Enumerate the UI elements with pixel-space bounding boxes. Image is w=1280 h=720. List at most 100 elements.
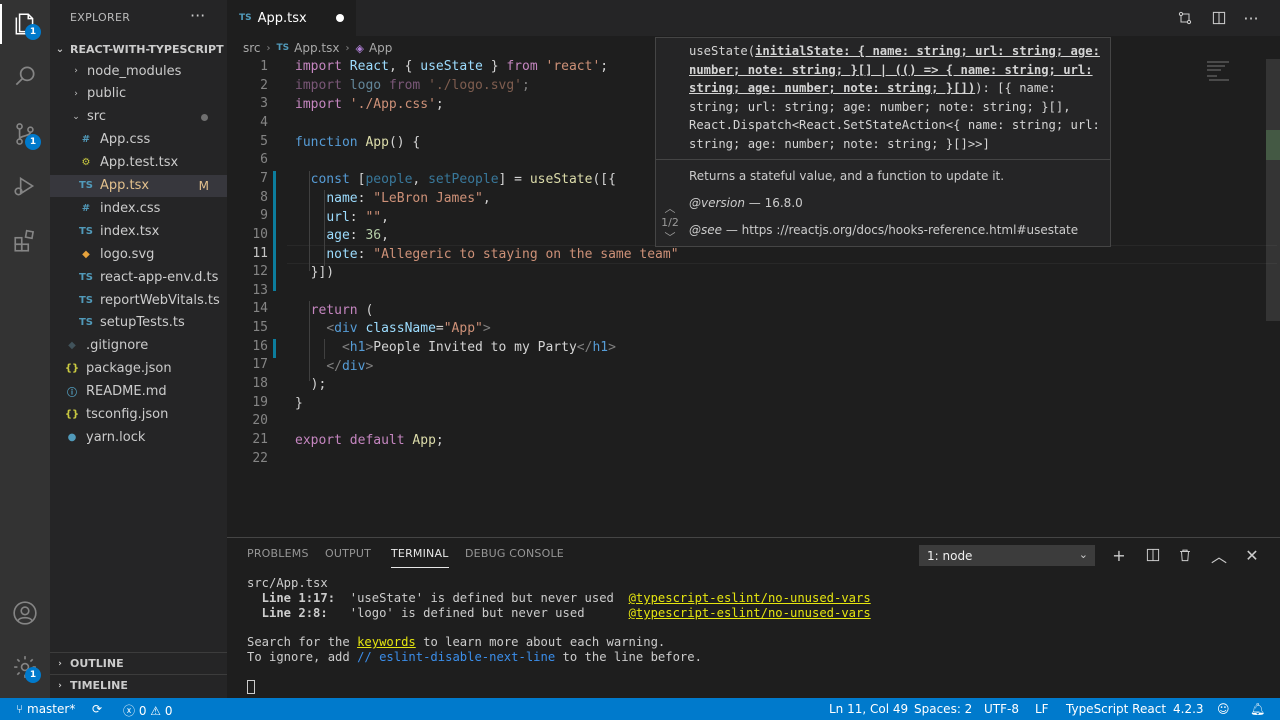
code-line-17: </div> [326,359,374,374]
tree-item-index-css[interactable]: # index.css [50,197,227,219]
ts-file-icon: TS [78,294,94,306]
activity-bar: 1 1 1 [0,0,50,698]
breadcrumb-file[interactable]: App.tsx [294,41,339,55]
code-line-10: age: 36, [326,228,389,243]
outline-label: OUTLINE [70,657,124,670]
project-folder-header[interactable]: ⌄ REACT-WITH-TYPESCRIPT [50,38,227,60]
account-icon[interactable] [0,589,50,637]
tree-item-package-json[interactable]: {} package.json [50,358,227,380]
tree-item-tsconfig-json[interactable]: {} tsconfig.json [50,404,227,426]
search-icon[interactable] [0,52,50,100]
tree-item-gitignore[interactable]: ◆ .gitignore [50,335,227,357]
run-debug-icon[interactable] [0,162,50,210]
folder-modified-dot [201,113,208,121]
hover-see-link[interactable]: @see — https ://reactjs.org/docs/hooks-r… [689,223,1078,237]
tree-item-label: App.test.tsx [100,155,179,171]
line-number: 1 [260,59,268,74]
terminal-cursor[interactable] [247,680,255,694]
tab-output[interactable]: OUTPUT [325,547,371,560]
explorer-icon[interactable]: 1 [0,0,50,48]
language-mode[interactable]: TypeScript React [1066,702,1166,716]
line-number: 5 [260,133,268,149]
tree-item-yarn-lock[interactable]: ● yarn.lock [50,426,227,448]
chevron-down-icon: ⌄ [72,111,80,122]
ts-file-icon: TS [78,225,94,237]
tree-item-app-test-tsx[interactable]: ⚙ App.test.tsx [50,152,227,174]
tab-debug-console[interactable]: DEBUG CONSOLE [465,547,564,560]
overload-navigator[interactable]: ︿ 1/2 ﹀ [656,200,684,245]
more-actions-button[interactable]: ··· [190,6,205,25]
encoding[interactable]: UTF-8 [984,702,1019,716]
sync-icon[interactable]: ⟳ [92,702,102,716]
tree-item-app-tsx[interactable]: TS App.tsx M [50,174,227,197]
minimap[interactable] [1205,59,1265,99]
terminal-warning-2: Line 2:8: 'logo' is defined but never us… [247,606,871,620]
code-line-15: <div className="App"> [326,321,491,336]
typescript-file-icon: TS [239,13,252,23]
typescript-version[interactable]: 4.2.3 [1173,702,1204,716]
terminal-ignore-hint: To ignore, add // eslint-disable-next-li… [247,650,702,664]
tree-item-src[interactable]: ⌄ src [50,106,227,128]
explorer-badge: 1 [25,24,41,40]
split-terminal-icon[interactable] [1144,546,1162,564]
line-number: 13 [252,282,268,298]
tab-terminal[interactable]: TERMINAL [391,547,449,568]
breadcrumb-folder[interactable]: src [243,41,261,55]
trash-icon[interactable] [1176,546,1194,564]
git-file-icon: ◆ [68,340,76,352]
source-control-icon[interactable]: 1 [0,110,50,158]
indentation[interactable]: Spaces: 2 [914,702,972,716]
tree-item-reportwebvitals-ts[interactable]: TS reportWebVitals.ts [50,289,227,311]
editor-scrollbar[interactable] [1266,59,1280,321]
chevron-down-icon[interactable]: ﹀ [656,229,684,245]
line-number: 21 [252,432,268,447]
tree-item-label: App.css [100,132,151,148]
explorer-title: EXPLORER [70,11,131,24]
tab-app-tsx[interactable]: TS App.tsx [227,0,356,36]
chevron-down-icon: ⌄ [1078,548,1088,561]
tree-item-node-modules[interactable]: › node_modules [50,60,227,82]
settings-gear-icon[interactable]: 1 [0,643,50,691]
terminal-select[interactable]: 1: node ⌄ [919,545,1095,566]
line-number: 8 [260,189,268,205]
tree-item-react-app-env-d-ts[interactable]: TS react-app-env.d.ts [50,266,227,288]
chevron-up-icon[interactable]: ︿ [656,200,684,216]
extensions-icon[interactable] [0,217,50,265]
line-number: 18 [252,376,268,392]
tree-item-readme-md[interactable]: ⓘ README.md [50,381,227,403]
css-file-icon: # [81,202,91,214]
tab-problems[interactable]: PROBLEMS [247,547,309,560]
tree-item-app-css[interactable]: # App.css [50,129,227,151]
tree-item-label: react-app-env.d.ts [100,269,219,285]
split-editor-icon[interactable] [1209,8,1229,28]
ts-file-icon: TS [78,180,94,191]
hover-description: Returns a stateful value, and a function… [689,169,1005,183]
tree-item-label: setupTests.ts [100,315,185,331]
problems-indicator[interactable]: ⓧ 0 ⚠ 0 [123,702,173,719]
line-number: 16 [252,338,268,354]
cursor-position[interactable]: Ln 11, Col 49 [829,702,908,716]
tree-item-logo-svg[interactable]: ◆ logo.svg [50,243,227,265]
timeline-section[interactable]: › TIMELINE [50,674,227,696]
new-terminal-icon[interactable]: + [1110,546,1128,565]
open-changes-icon[interactable] [1175,8,1195,28]
tree-item-index-tsx[interactable]: TS index.tsx [50,220,227,242]
notifications-bell-icon[interactable]: 🔔︎ [1250,702,1265,716]
tree-item-public[interactable]: › public [50,83,227,105]
maximize-panel-icon[interactable]: ︿ [1210,546,1228,566]
md-file-icon: ⓘ [67,388,77,400]
outline-section[interactable]: › OUTLINE [50,652,227,674]
tree-item-setuptests-ts[interactable]: TS setupTests.ts [50,312,227,334]
code-line-7: const [people, setPeople] = useState([{ [310,172,616,187]
close-panel-icon[interactable]: ✕ [1243,546,1261,565]
line-number: 7 [260,170,268,186]
code-line-19: } [295,396,303,411]
more-editor-actions-icon[interactable]: ··· [1241,8,1261,28]
feedback-icon[interactable]: ☺ [1217,702,1230,716]
breadcrumb-symbol[interactable]: App [369,41,392,55]
modified-lines-gutter [273,171,276,291]
unsaved-dot-icon[interactable] [336,14,344,22]
branch-indicator[interactable]: ⑂ master* [16,702,75,716]
end-of-line[interactable]: LF [1035,702,1049,716]
scm-badge: 1 [25,134,41,150]
